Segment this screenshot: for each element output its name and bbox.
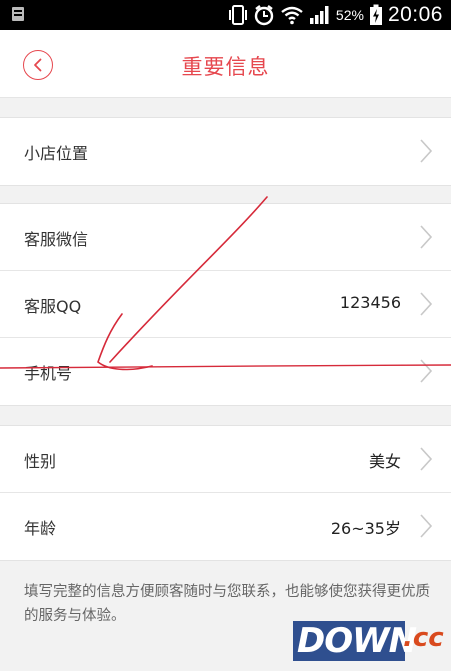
row-service-qq[interactable]: 客服QQ 123456	[0, 271, 451, 338]
row-value: 26~35岁	[330, 519, 401, 538]
status-bar: 52% 20:06	[0, 0, 451, 30]
row-label: 性别	[24, 452, 57, 471]
row-label: 客服QQ	[24, 297, 82, 316]
row-label: 手机号	[24, 364, 73, 383]
row-value: 123456	[339, 293, 401, 312]
row-shop-location[interactable]: 小店位置	[0, 118, 451, 185]
app-header: 重要信息	[0, 30, 451, 98]
row-value: 美女	[368, 452, 401, 471]
row-label: 客服微信	[24, 230, 89, 249]
row-label: 年龄	[24, 519, 57, 538]
battery-percent: 52%	[335, 7, 364, 23]
location-section: 小店位置	[0, 117, 451, 186]
signal-icon	[309, 6, 329, 24]
row-phone-number[interactable]: 手机号	[0, 338, 451, 405]
chevron-right-icon	[420, 447, 433, 471]
page-title: 重要信息	[181, 55, 270, 79]
status-time: 20:06	[387, 3, 443, 26]
profile-section: 性别 美女 年龄 26~35岁	[0, 425, 451, 561]
watermark-main: DOWN	[297, 621, 417, 661]
battery-charging-icon	[369, 4, 382, 25]
contact-section: 客服微信 客服QQ 123456 手机号	[0, 203, 451, 406]
wifi-icon	[281, 6, 303, 25]
watermark-logo: DOWN .cc	[293, 619, 444, 665]
row-label: 小店位置	[24, 144, 89, 163]
vibrate-icon	[228, 5, 247, 25]
alarm-icon	[254, 5, 274, 26]
row-gender[interactable]: 性别 美女	[0, 426, 451, 493]
row-age[interactable]: 年龄 26~35岁	[0, 493, 451, 560]
chevron-right-icon	[420, 514, 433, 538]
chevron-right-icon	[420, 139, 433, 163]
notification-icon	[12, 7, 24, 21]
row-service-wechat[interactable]: 客服微信	[0, 204, 451, 271]
chevron-right-icon	[420, 359, 433, 383]
watermark-suffix: .cc	[403, 623, 444, 653]
chevron-right-icon	[420, 292, 433, 316]
chevron-right-icon	[420, 225, 433, 249]
